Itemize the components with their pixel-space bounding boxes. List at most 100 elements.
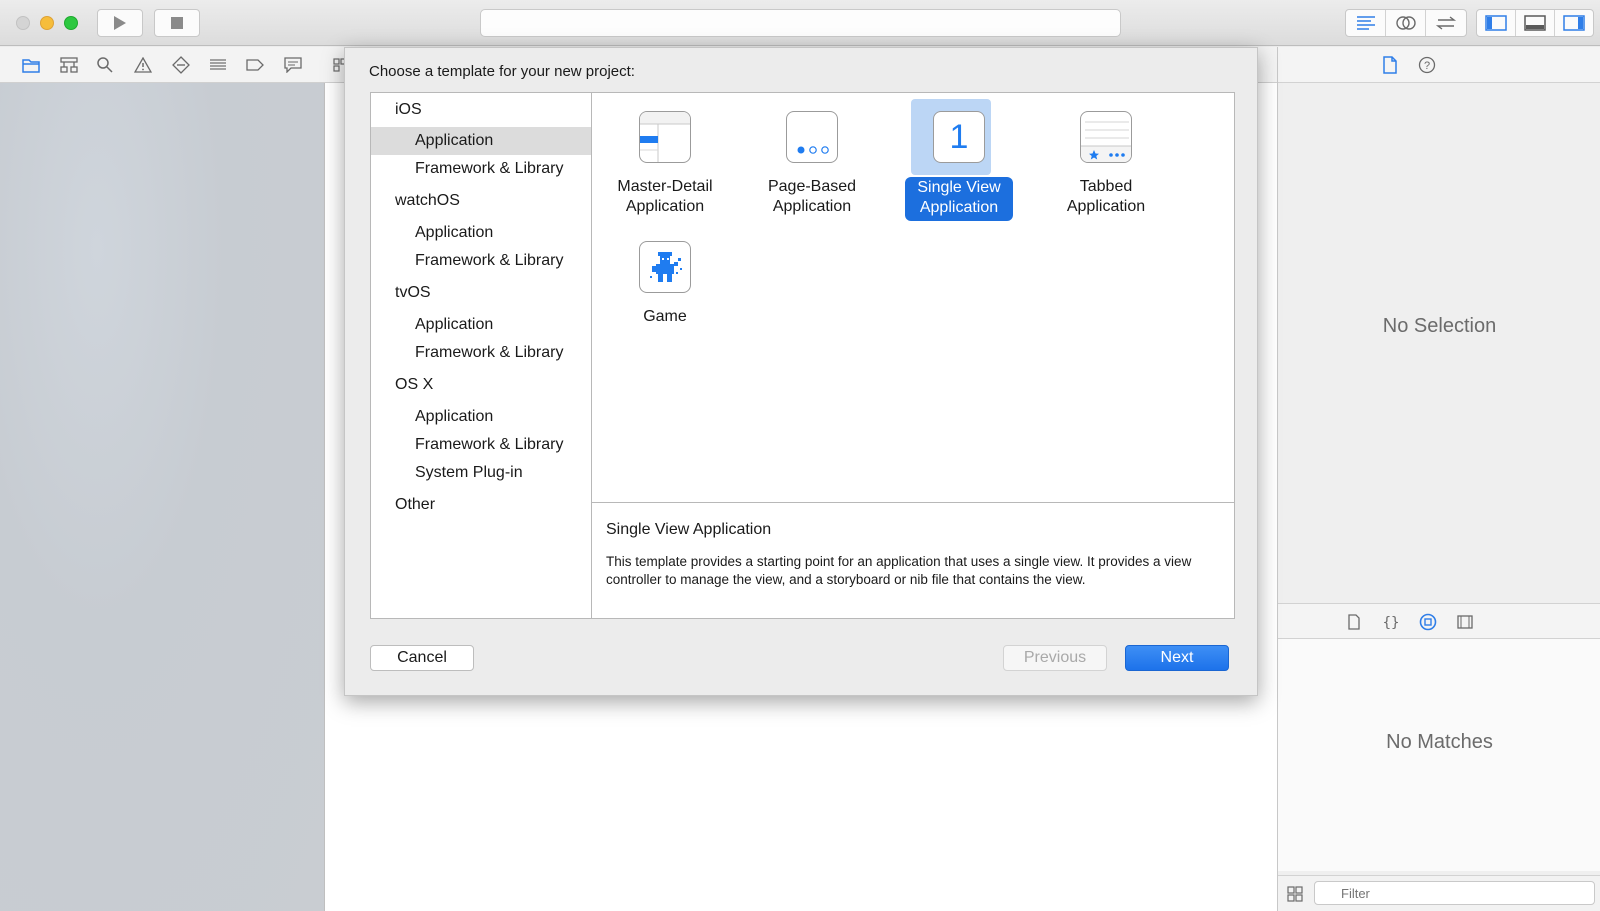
library-filter-bar: [1278, 875, 1600, 911]
category-tvos-application[interactable]: Application: [371, 311, 591, 339]
test-navigator-button[interactable]: [172, 56, 190, 74]
stop-button[interactable]: [154, 9, 200, 37]
debug-panel-icon: [1524, 15, 1546, 31]
master-detail-icon: [639, 111, 691, 163]
utilities-panel-icon: [1563, 15, 1585, 31]
warning-icon: [134, 57, 152, 73]
description-text: This template provides a starting point …: [606, 554, 1192, 587]
standard-editor-button[interactable]: [1346, 10, 1386, 36]
grid-view-icon: [1287, 886, 1303, 902]
play-icon: [114, 16, 126, 30]
debug-navigator-button[interactable]: [209, 56, 227, 74]
template-description-pane: Single View Application This template pr…: [591, 502, 1235, 619]
view-control: [1476, 9, 1594, 37]
next-button[interactable]: Next: [1125, 645, 1229, 671]
single-view-icon: 1: [933, 111, 985, 163]
template-tabbed[interactable]: Tabbed Application: [1041, 111, 1171, 217]
category-tvos[interactable]: tvOS: [371, 279, 591, 307]
toggle-debug-area-button[interactable]: [1516, 10, 1555, 36]
issue-navigator-button[interactable]: [134, 56, 152, 74]
category-tvos-framework-library[interactable]: Framework & Library: [371, 339, 591, 367]
template-master-detail[interactable]: Master-Detail Application: [600, 111, 730, 217]
speech-bubble-icon: [284, 57, 302, 73]
page-based-icon: [786, 111, 838, 163]
template-grid: Master-Detail Application Page-Based Appli…: [591, 92, 1235, 502]
report-navigator-button[interactable]: [284, 56, 302, 74]
cancel-button[interactable]: Cancel: [370, 645, 474, 671]
navigator-panel-icon: [1485, 15, 1507, 31]
version-editor-button[interactable]: [1426, 10, 1466, 36]
breakpoint-icon: [246, 59, 264, 71]
category-osx[interactable]: OS X: [371, 371, 591, 399]
category-watchos[interactable]: watchOS: [371, 187, 591, 215]
no-selection-label: No Selection: [1382, 315, 1497, 337]
category-ios-framework-library[interactable]: Framework & Library: [371, 155, 591, 183]
template-label: Master-Detail Application: [617, 178, 713, 215]
template-label: Page-Based Application: [767, 178, 857, 215]
description-title: Single View Application: [606, 521, 772, 538]
activity-viewer: [480, 9, 1121, 37]
assistant-editor-button[interactable]: [1386, 10, 1426, 36]
navigator-area: [0, 83, 325, 911]
game-icon: [639, 241, 691, 293]
breakpoint-navigator-button[interactable]: [246, 56, 264, 74]
template-label: Tabbed Application: [1066, 178, 1146, 215]
svg-text:?: ?: [1424, 60, 1430, 72]
media-library-button[interactable]: [1456, 613, 1474, 631]
category-other[interactable]: Other: [371, 491, 591, 519]
code-snippet-library-button[interactable]: {}: [1382, 613, 1400, 631]
inspector-selector-bar: ?: [1278, 47, 1600, 83]
quick-help-button[interactable]: ?: [1418, 56, 1436, 74]
new-project-sheet: Choose a template for your new project: …: [344, 47, 1258, 696]
library-selector-bar: {}: [1278, 603, 1600, 639]
gauge-lines-icon: [210, 59, 226, 70]
hierarchy-icon: [60, 57, 78, 73]
run-button[interactable]: [97, 9, 143, 37]
template-single-view[interactable]: 1 Single View Application: [894, 99, 1024, 221]
utilities-area: ? No Selection {} No Matches: [1277, 47, 1600, 911]
toggle-utilities-button[interactable]: [1555, 10, 1593, 36]
object-library-button[interactable]: [1419, 613, 1437, 631]
template-page-based[interactable]: Page-Based Application: [747, 111, 877, 217]
template-game[interactable]: Game: [600, 241, 730, 327]
toggle-navigator-button[interactable]: [1477, 10, 1516, 36]
find-navigator-button[interactable]: [96, 56, 114, 74]
film-strip-icon: [1457, 615, 1473, 629]
category-ios-application[interactable]: Application: [371, 127, 591, 155]
previous-button[interactable]: Previous: [1003, 645, 1107, 671]
category-osx-system-plugin[interactable]: System Plug-in: [371, 459, 591, 487]
file-template-library-button[interactable]: [1345, 613, 1363, 631]
document-icon: [1383, 56, 1397, 74]
template-label: Game: [643, 308, 687, 325]
category-osx-framework-library[interactable]: Framework & Library: [371, 431, 591, 459]
category-osx-application[interactable]: Application: [371, 403, 591, 431]
category-watchos-application[interactable]: Application: [371, 219, 591, 247]
library-filter-input[interactable]: [1314, 881, 1595, 905]
object-library-icon: [1419, 613, 1437, 631]
zoom-window-button[interactable]: [64, 16, 78, 30]
grid-view-toggle[interactable]: [1286, 885, 1304, 903]
minimize-window-button[interactable]: [40, 16, 54, 30]
close-window-button[interactable]: [16, 16, 30, 30]
tabbed-icon: [1080, 111, 1132, 163]
project-navigator-button[interactable]: [22, 56, 40, 74]
folder-icon: [22, 59, 40, 73]
category-ios[interactable]: iOS: [371, 96, 591, 124]
diamond-minus-icon: [172, 56, 190, 74]
document-icon: [1348, 614, 1360, 630]
navigator-selector-bar: [0, 47, 325, 83]
no-matches-label: No Matches: [1386, 731, 1493, 753]
template-label: Single View Application: [905, 177, 1013, 221]
template-category-list: iOS Application Framework & Library watc…: [370, 92, 592, 619]
category-watchos-framework-library[interactable]: Framework & Library: [371, 247, 591, 275]
question-mark-icon: ?: [1418, 56, 1436, 74]
assistant-editor-icon: [1395, 16, 1416, 30]
braces-icon: {}: [1383, 615, 1399, 630]
sheet-title: Choose a template for your new project:: [369, 63, 635, 80]
file-inspector-button[interactable]: [1381, 56, 1399, 74]
editor-mode-control: [1345, 9, 1467, 37]
search-icon: [97, 57, 113, 73]
stop-icon: [171, 17, 183, 29]
symbol-navigator-button[interactable]: [60, 56, 78, 74]
svg-text:{}: {}: [1383, 615, 1399, 630]
